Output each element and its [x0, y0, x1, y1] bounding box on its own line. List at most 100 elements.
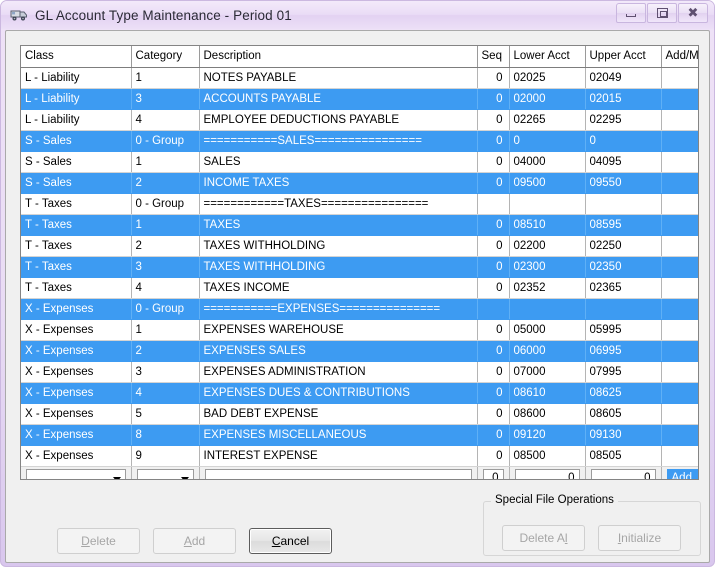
cell-lower-acct[interactable]: 02000: [509, 88, 586, 110]
class-dropdown[interactable]: [26, 469, 126, 479]
cell-seq[interactable]: 0: [477, 340, 510, 362]
cell-lower-acct[interactable]: [509, 298, 586, 320]
column-header-category[interactable]: Category: [131, 46, 200, 68]
cell-class[interactable]: S - Sales: [21, 151, 132, 173]
column-header-add-mod[interactable]: Add/Mod: [661, 46, 698, 68]
minimize-button[interactable]: [616, 3, 646, 23]
cell-upper-acct[interactable]: 05995: [585, 319, 662, 341]
cell-lower-acct[interactable]: 06000: [509, 340, 586, 362]
column-header-lower-acct[interactable]: Lower Acct: [509, 46, 586, 68]
cell-seq[interactable]: 0: [477, 88, 510, 110]
cell-lower-acct[interactable]: 02025: [509, 67, 586, 89]
table-row[interactable]: S - Sales 0 - Group ===========SALES======…: [21, 130, 698, 152]
cell-description[interactable]: EXPENSES ADMINISTRATION: [199, 361, 478, 383]
cell-description[interactable]: SALES: [199, 151, 478, 173]
cell-lower-acct[interactable]: 0: [509, 130, 586, 152]
cell-description[interactable]: ACCOUNTS PAYABLE: [199, 88, 478, 110]
cell-seq[interactable]: 0: [477, 361, 510, 383]
initialize-button[interactable]: Initialize: [598, 525, 681, 551]
cell-class[interactable]: X - Expenses: [21, 424, 132, 446]
add-button[interactable]: Add: [153, 528, 236, 554]
table-row[interactable]: X - Expenses 0 - Group ===========EXPENSES…: [21, 298, 698, 320]
table-row[interactable]: T - Taxes 2 TAXES WITHHOLDING 0 02200 02250: [21, 235, 698, 257]
cell-add-mod[interactable]: [661, 256, 698, 278]
description-input[interactable]: [204, 469, 472, 479]
cell-add-mod[interactable]: [661, 424, 698, 446]
cell-class[interactable]: T - Taxes: [21, 277, 132, 299]
cell-seq[interactable]: 0: [477, 151, 510, 173]
cell-seq[interactable]: 0: [477, 214, 510, 236]
cell-add-mod[interactable]: [661, 130, 698, 152]
cell-add-mod[interactable]: [661, 67, 698, 89]
table-row[interactable]: T - Taxes 0 - Group ============TAXES=====…: [21, 193, 698, 215]
cell-lower-acct[interactable]: [509, 193, 586, 215]
cell-class[interactable]: X - Expenses: [21, 382, 132, 404]
cell-class[interactable]: L - Liability: [21, 88, 132, 110]
cell-seq[interactable]: 0: [477, 403, 510, 425]
cancel-button[interactable]: Cancel: [249, 528, 332, 554]
table-row[interactable]: S - Sales 1 SALES 0 04000 04095: [21, 151, 698, 173]
cell-lower-acct[interactable]: 02200: [509, 235, 586, 257]
cell-seq[interactable]: 0: [477, 109, 510, 131]
cell-category[interactable]: 1: [131, 151, 200, 173]
cell-description[interactable]: EXPENSES DUES & CONTRIBUTIONS: [199, 382, 478, 404]
cell-description[interactable]: TAXES INCOME: [199, 277, 478, 299]
new-entry-row[interactable]: 0 0 0 Add: [21, 466, 698, 479]
cell-category[interactable]: 8: [131, 424, 200, 446]
cell-lower-acct[interactable]: 02352: [509, 277, 586, 299]
cell-upper-acct[interactable]: 02350: [585, 256, 662, 278]
cell-upper-acct[interactable]: 09550: [585, 172, 662, 194]
table-row[interactable]: L - Liability 3 ACCOUNTS PAYABLE 0 02000 0201…: [21, 88, 698, 110]
cell-description[interactable]: TAXES WITHHOLDING: [199, 256, 478, 278]
cell-lower-acct[interactable]: 08610: [509, 382, 586, 404]
maximize-button[interactable]: [647, 3, 677, 23]
table-row[interactable]: T - Taxes 1 TAXES 0 08510 08595: [21, 214, 698, 236]
column-header-description[interactable]: Description: [199, 46, 478, 68]
cell-upper-acct[interactable]: 08595: [585, 214, 662, 236]
cell-description[interactable]: NOTES PAYABLE: [199, 67, 478, 89]
cell-lower-acct[interactable]: 02300: [509, 256, 586, 278]
cell-description[interactable]: ============TAXES================: [199, 193, 478, 215]
table-row[interactable]: X - Expenses 9 INTEREST EXPENSE 0 08500 08505: [21, 445, 698, 467]
cell-class[interactable]: S - Sales: [21, 172, 132, 194]
cell-class[interactable]: T - Taxes: [21, 214, 132, 236]
cell-category[interactable]: 2: [131, 340, 200, 362]
cell-category[interactable]: 4: [131, 109, 200, 131]
cell-class[interactable]: S - Sales: [21, 130, 132, 152]
cell-upper-acct[interactable]: 07995: [585, 361, 662, 383]
cell-seq[interactable]: 0: [477, 277, 510, 299]
delete-all-button[interactable]: Delete Al: [502, 525, 585, 551]
cell-add-mod[interactable]: [661, 298, 698, 320]
cell-class[interactable]: T - Taxes: [21, 256, 132, 278]
cell-description[interactable]: TAXES: [199, 214, 478, 236]
cell-add-mod[interactable]: [661, 88, 698, 110]
category-dropdown[interactable]: [136, 469, 194, 479]
cell-add-mod[interactable]: [661, 382, 698, 404]
cell-seq[interactable]: 0: [477, 67, 510, 89]
cell-category[interactable]: 2: [131, 235, 200, 257]
cell-category[interactable]: 3: [131, 88, 200, 110]
close-button[interactable]: ✖: [678, 3, 708, 23]
cell-lower-acct[interactable]: 08510: [509, 214, 586, 236]
cell-seq[interactable]: [477, 298, 510, 320]
column-header-upper-acct[interactable]: Upper Acct: [585, 46, 662, 68]
seq-input[interactable]: 0: [482, 469, 504, 479]
cell-category[interactable]: 4: [131, 382, 200, 404]
add-row-link[interactable]: Add: [666, 469, 698, 479]
cell-description[interactable]: INCOME TAXES: [199, 172, 478, 194]
cell-category[interactable]: 0 - Group: [131, 130, 200, 152]
table-row[interactable]: S - Sales 2 INCOME TAXES 0 09500 09550: [21, 172, 698, 194]
upper-acct-input[interactable]: 0: [590, 469, 656, 479]
cell-upper-acct[interactable]: [585, 193, 662, 215]
cell-category[interactable]: 3: [131, 256, 200, 278]
cell-description[interactable]: TAXES WITHHOLDING: [199, 235, 478, 257]
cell-category[interactable]: 1: [131, 319, 200, 341]
cell-category[interactable]: 5: [131, 403, 200, 425]
title-bar[interactable]: GL Account Type Maintenance - Period 01 …: [1, 1, 714, 29]
cell-upper-acct[interactable]: 06995: [585, 340, 662, 362]
table-row[interactable]: X - Expenses 3 EXPENSES ADMINISTRATION 0 070…: [21, 361, 698, 383]
cell-upper-acct[interactable]: 02015: [585, 88, 662, 110]
delete-button[interactable]: Delete: [57, 528, 140, 554]
cell-add-mod[interactable]: [661, 214, 698, 236]
cell-add-mod[interactable]: [661, 340, 698, 362]
